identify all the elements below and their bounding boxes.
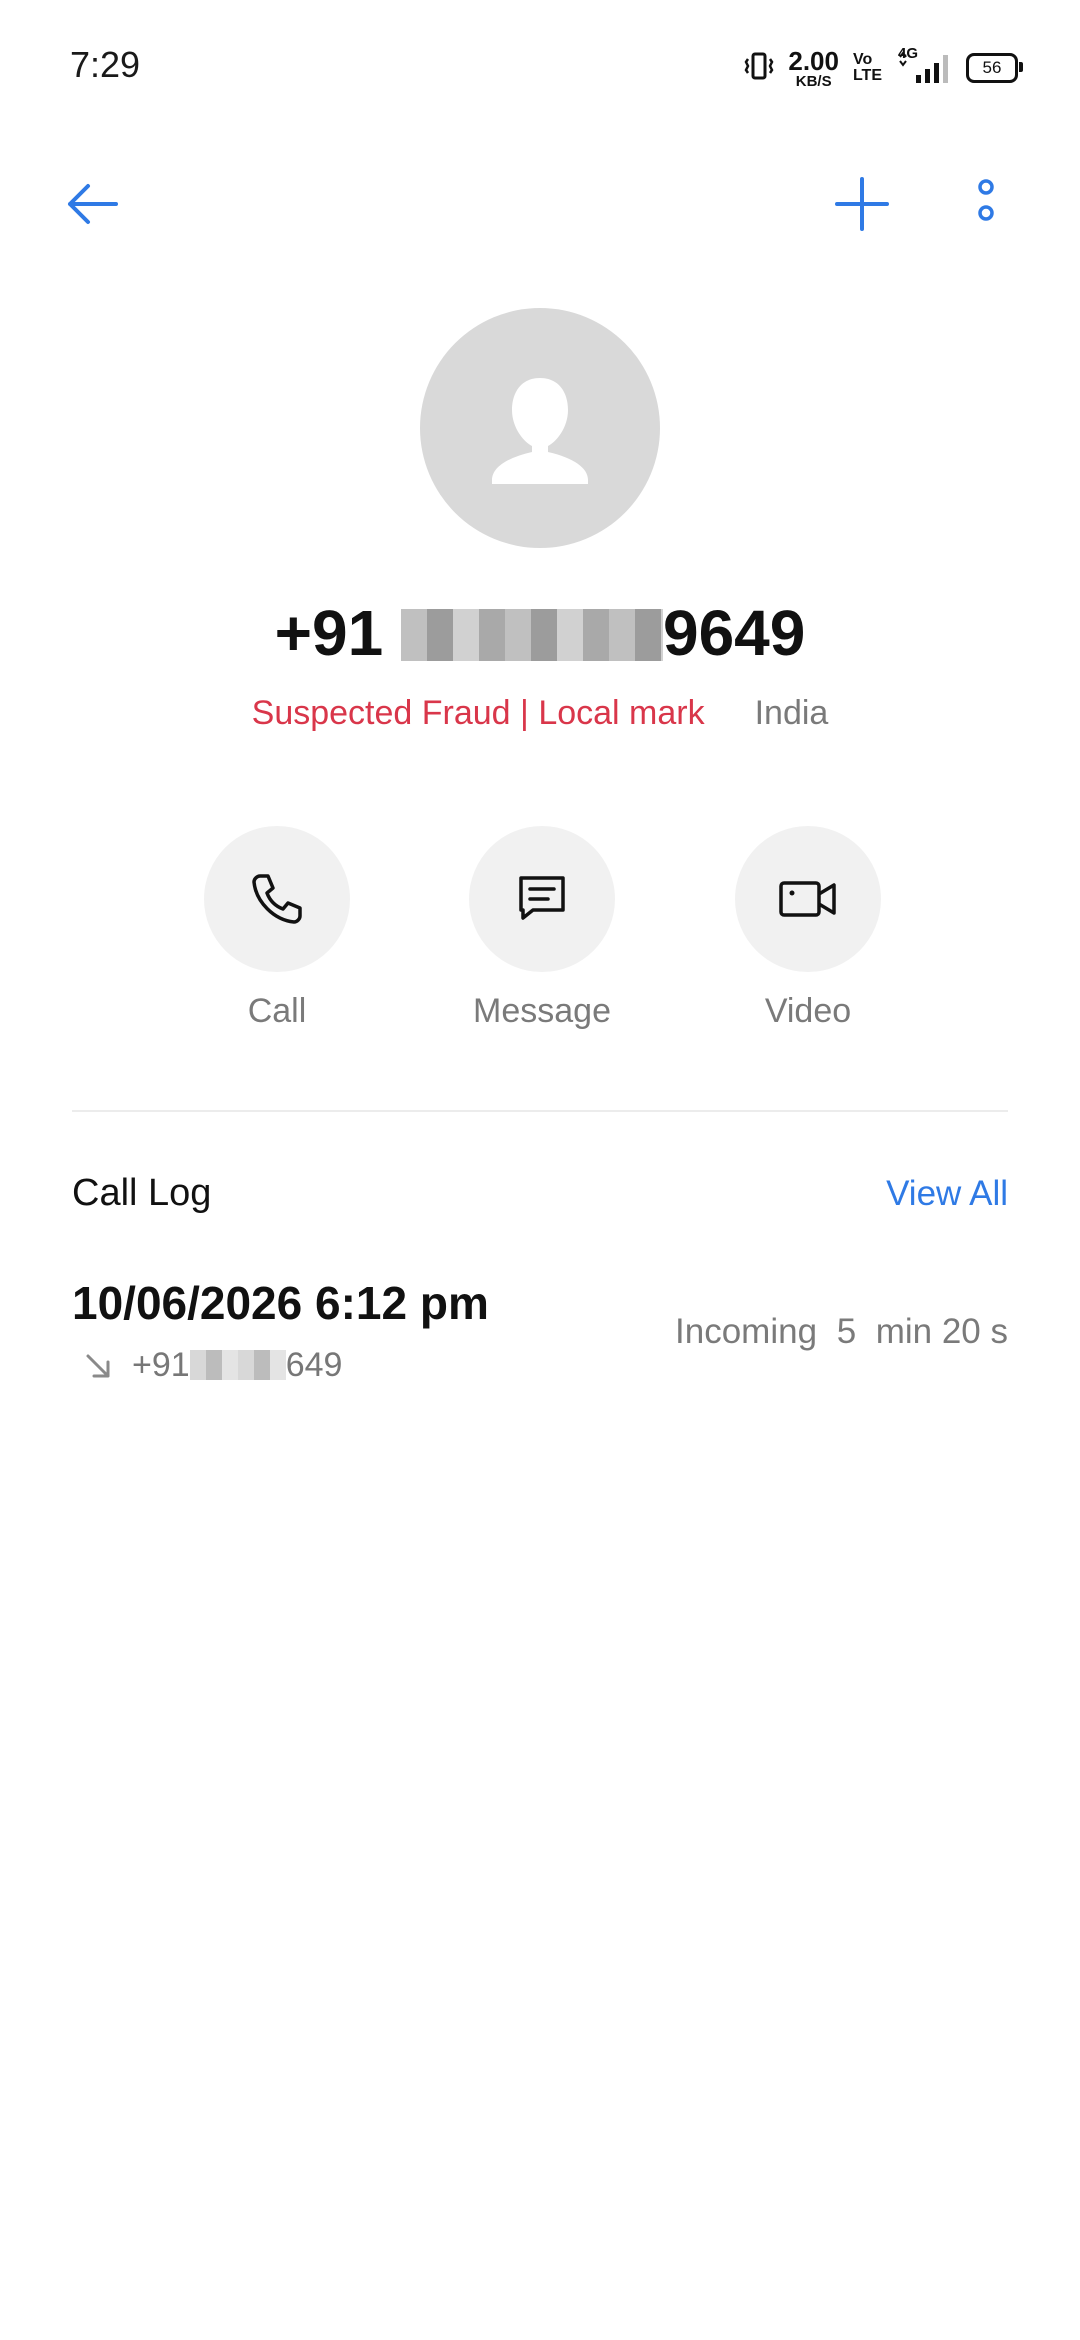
call-meta: Incoming 5 min 20 s bbox=[675, 1312, 1008, 1352]
battery-level: 56 bbox=[982, 58, 1002, 77]
plus-icon bbox=[835, 177, 889, 231]
add-contact-button[interactable] bbox=[830, 172, 894, 236]
network-speed-value: 2.00 bbox=[788, 45, 839, 76]
number-suffix: 9649 bbox=[662, 597, 806, 669]
call-log-title: Call Log bbox=[72, 1172, 212, 1214]
video-button[interactable] bbox=[735, 826, 881, 972]
region-label: India bbox=[754, 694, 829, 732]
phone-icon bbox=[252, 874, 302, 924]
call-label: Call bbox=[247, 992, 307, 1030]
call-number: +91 649 bbox=[132, 1346, 342, 1385]
contact-number: +91 9649 bbox=[0, 596, 1080, 670]
divider bbox=[72, 1110, 1008, 1112]
volte-bottom: LTE bbox=[852, 67, 882, 84]
signal-icon: 4G bbox=[896, 45, 952, 85]
call-datetime: 10/06/2026 6:12 pm bbox=[72, 1277, 489, 1329]
vibrate-icon bbox=[744, 50, 774, 87]
fraud-label: Suspected Fraud | Local mark bbox=[251, 694, 705, 732]
incoming-arrow-icon bbox=[84, 1352, 112, 1385]
call-duration: 5 min 20 s bbox=[836, 1312, 1008, 1351]
message-label: Message bbox=[473, 992, 611, 1030]
redacted-digits bbox=[189, 1350, 286, 1380]
message-icon bbox=[519, 876, 565, 920]
more-options-button[interactable] bbox=[962, 172, 1010, 236]
status-time: 7:29 bbox=[70, 44, 141, 85]
more-vertical-icon bbox=[978, 179, 994, 221]
network-type: 4G bbox=[898, 45, 919, 62]
call-number-prefix: +91 bbox=[132, 1346, 190, 1384]
call-button[interactable] bbox=[204, 826, 350, 972]
call-type: Incoming bbox=[675, 1312, 818, 1351]
number-prefix: +91 bbox=[274, 597, 384, 669]
video-label: Video bbox=[764, 992, 852, 1030]
network-speed: 2.00 KB/S bbox=[788, 48, 839, 89]
arrow-left-icon bbox=[68, 184, 118, 224]
back-button[interactable] bbox=[60, 172, 124, 236]
view-all-link[interactable]: View All bbox=[886, 1174, 1008, 1214]
person-icon bbox=[492, 378, 588, 484]
battery-icon: 56 bbox=[966, 53, 1023, 83]
message-button[interactable] bbox=[469, 826, 615, 972]
network-speed-unit: KB/S bbox=[795, 72, 832, 90]
redacted-digits bbox=[400, 609, 663, 661]
volte-indicator: Vo LTE bbox=[853, 52, 882, 84]
volte-top: Vo bbox=[852, 51, 873, 68]
call-number-suffix: 649 bbox=[285, 1346, 343, 1384]
avatar bbox=[420, 308, 660, 548]
number-label-line: Suspected Fraud | Local mark India bbox=[0, 694, 1080, 733]
video-camera-icon bbox=[779, 881, 836, 917]
status-icons: 2.00 KB/S Vo LTE 4G 56 bbox=[744, 44, 1023, 92]
